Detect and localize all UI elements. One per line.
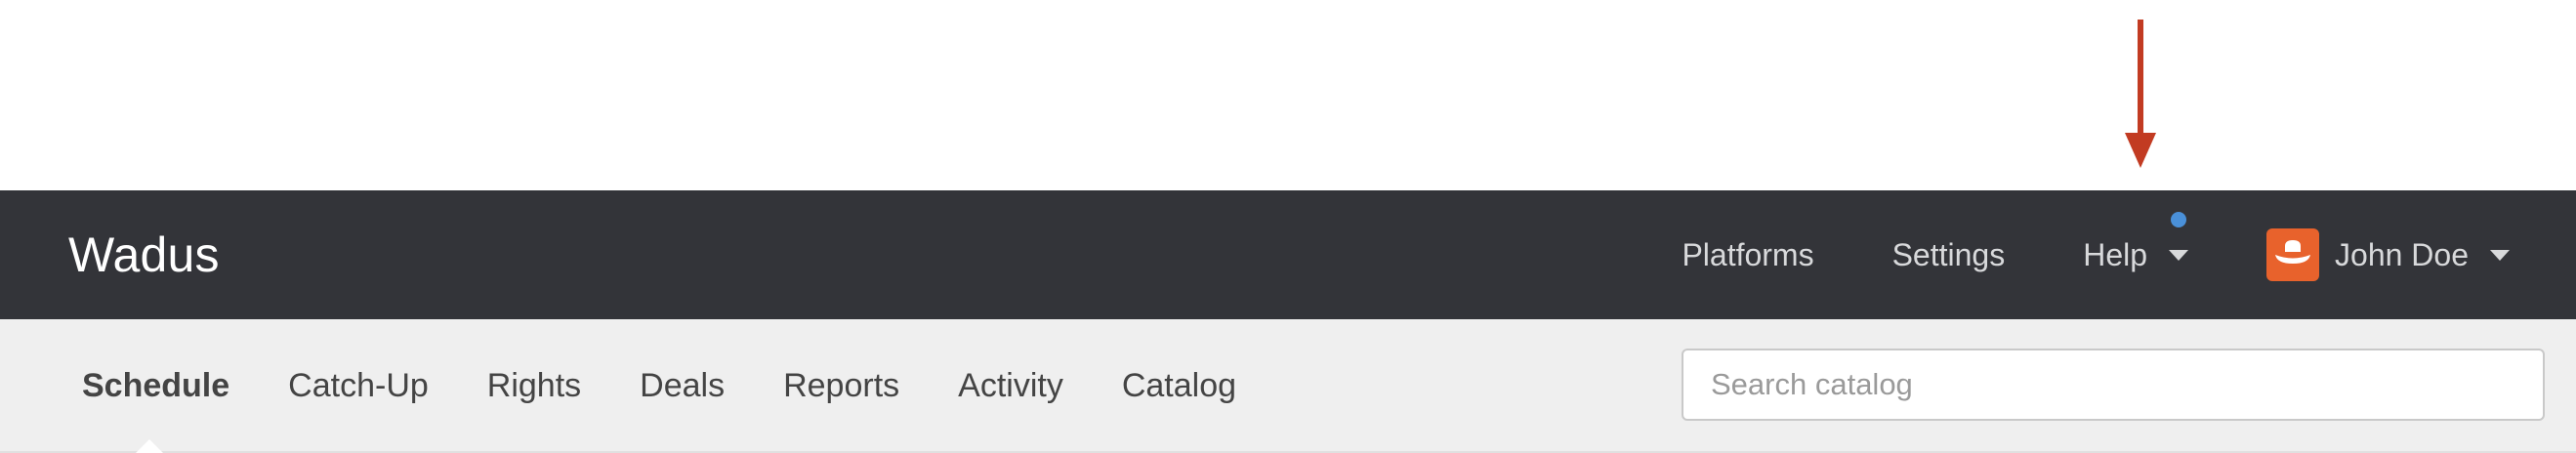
- user-menu[interactable]: John Doe: [2266, 228, 2510, 281]
- app-canvas: Wadus Platforms Settings Help John Doe S…: [0, 0, 2576, 453]
- hat-avatar-icon: [2275, 240, 2311, 264]
- tab-reports[interactable]: Reports: [783, 367, 899, 405]
- search-catalog-input[interactable]: [1682, 349, 2545, 421]
- section-tabs: Schedule Catch-Up Rights Deals Reports A…: [82, 319, 1295, 453]
- platforms-link[interactable]: Platforms: [1682, 237, 1813, 273]
- tab-catch-up[interactable]: Catch-Up: [288, 367, 429, 405]
- secondary-navbar: Schedule Catch-Up Rights Deals Reports A…: [0, 319, 2576, 453]
- tab-rights[interactable]: Rights: [487, 367, 581, 405]
- help-menu[interactable]: Help: [2083, 211, 2189, 273]
- tab-deals[interactable]: Deals: [640, 367, 725, 405]
- top-nav-links: Platforms Settings Help John Doe: [1682, 190, 2576, 319]
- tab-activity[interactable]: Activity: [958, 367, 1063, 405]
- settings-link[interactable]: Settings: [1892, 237, 2006, 273]
- caret-down-icon: [2490, 249, 2510, 261]
- avatar: [2266, 228, 2320, 281]
- tab-schedule[interactable]: Schedule: [82, 367, 229, 405]
- active-tab-indicator: [136, 439, 163, 453]
- top-navbar: Wadus Platforms Settings Help John Doe: [0, 190, 2576, 319]
- down-arrow-icon: [2125, 20, 2156, 168]
- caret-down-icon: [2169, 249, 2189, 261]
- user-name: John Doe: [2335, 236, 2469, 272]
- brand-logo[interactable]: Wadus: [68, 226, 220, 283]
- tab-catalog[interactable]: Catalog: [1122, 367, 1236, 405]
- notification-dot-icon: [2171, 211, 2187, 227]
- help-label: Help: [2083, 236, 2148, 272]
